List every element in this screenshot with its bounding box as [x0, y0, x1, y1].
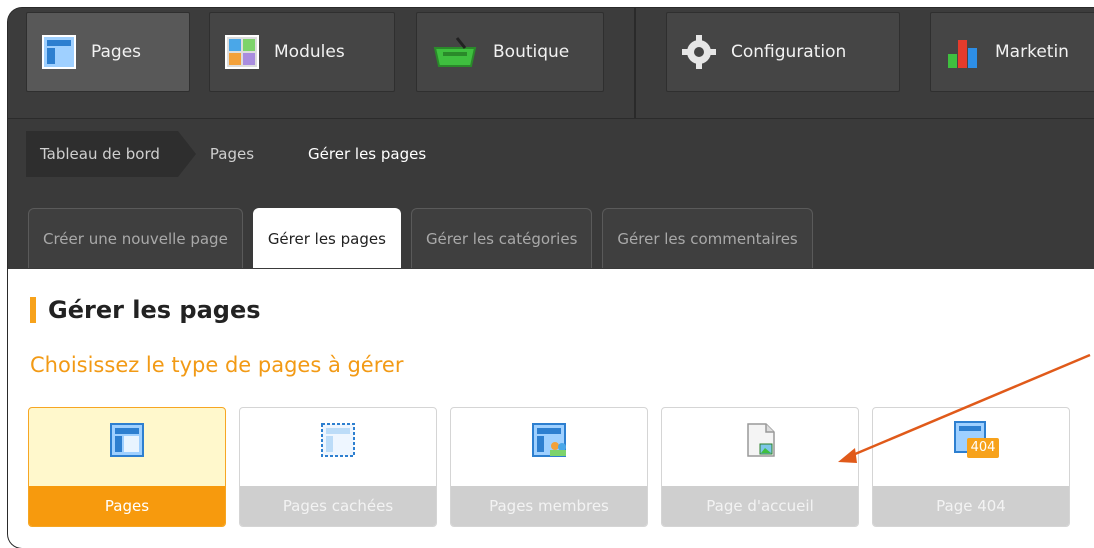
- nav-marketing[interactable]: Marketin: [930, 12, 1094, 92]
- breadcrumb-item[interactable]: Pages: [187, 131, 291, 177]
- card-member-pages[interactable]: Pages membres: [450, 407, 648, 527]
- card-label: Pages membres: [451, 486, 647, 526]
- breadcrumb-item[interactable]: Tableau de bord: [26, 131, 196, 177]
- page-404-icon: 404: [953, 420, 1001, 460]
- breadcrumb-current: Gérer les pages: [308, 145, 427, 163]
- basket-icon: [431, 34, 479, 70]
- card-label: Page d'accueil: [662, 486, 858, 526]
- card-pages[interactable]: Pages: [28, 407, 226, 527]
- gear-icon: [681, 34, 717, 70]
- nav-label: Modules: [274, 42, 345, 62]
- pages-icon: [41, 34, 77, 70]
- nav-boutique[interactable]: Boutique: [416, 12, 604, 92]
- page-title: Gérer les pages: [30, 297, 261, 323]
- home-page-icon: [742, 420, 780, 460]
- nav-label: Marketin: [995, 42, 1069, 62]
- secondary-bar: Tableau de bord Pages Gérer les pages Cr…: [8, 119, 1094, 269]
- nav-modules[interactable]: Modules: [209, 12, 395, 92]
- bar-chart-icon: [945, 34, 981, 70]
- nav-divider: [634, 8, 636, 118]
- modules-icon: [224, 34, 260, 70]
- card-label: Pages cachées: [240, 486, 436, 526]
- badge-404: 404: [970, 440, 996, 455]
- nav-label: Configuration: [731, 42, 847, 62]
- top-navigation: Pages Modules Boutique Configuration Mar…: [8, 8, 1094, 119]
- breadcrumb: Tableau de bord Pages Gérer les pages: [26, 131, 444, 177]
- hidden-page-icon: [320, 420, 358, 460]
- nav-label: Pages: [91, 42, 142, 62]
- tab-manage-pages[interactable]: Gérer les pages: [252, 208, 401, 268]
- card-404-page[interactable]: 404 Page 404: [872, 407, 1070, 527]
- card-home-page[interactable]: Page d'accueil: [661, 407, 859, 527]
- tab-manage-comments[interactable]: Gérer les commentaires: [602, 208, 813, 268]
- card-label: Pages: [29, 486, 225, 526]
- tab-bar: Créer une nouvelle page Gérer les pages …: [28, 208, 823, 268]
- card-label: Page 404: [873, 486, 1069, 526]
- app-window: Pages Modules Boutique Configuration Mar…: [8, 8, 1094, 548]
- card-hidden-pages[interactable]: Pages cachées: [239, 407, 437, 527]
- nav-label: Boutique: [493, 42, 570, 62]
- tab-manage-categories[interactable]: Gérer les catégories: [410, 208, 593, 268]
- members-page-icon: [531, 420, 569, 460]
- nav-pages[interactable]: Pages: [26, 12, 190, 92]
- page-layout-icon: [109, 420, 147, 460]
- section-subtitle: Choisissez le type de pages à gérer: [30, 353, 404, 377]
- nav-configuration[interactable]: Configuration: [666, 12, 900, 92]
- page-type-cards: Pages Pages cachées Pages membres Page d…: [28, 407, 1083, 527]
- main-content: Gérer les pages Choisissez le type de pa…: [8, 269, 1094, 548]
- tab-create-page[interactable]: Créer une nouvelle page: [28, 208, 243, 268]
